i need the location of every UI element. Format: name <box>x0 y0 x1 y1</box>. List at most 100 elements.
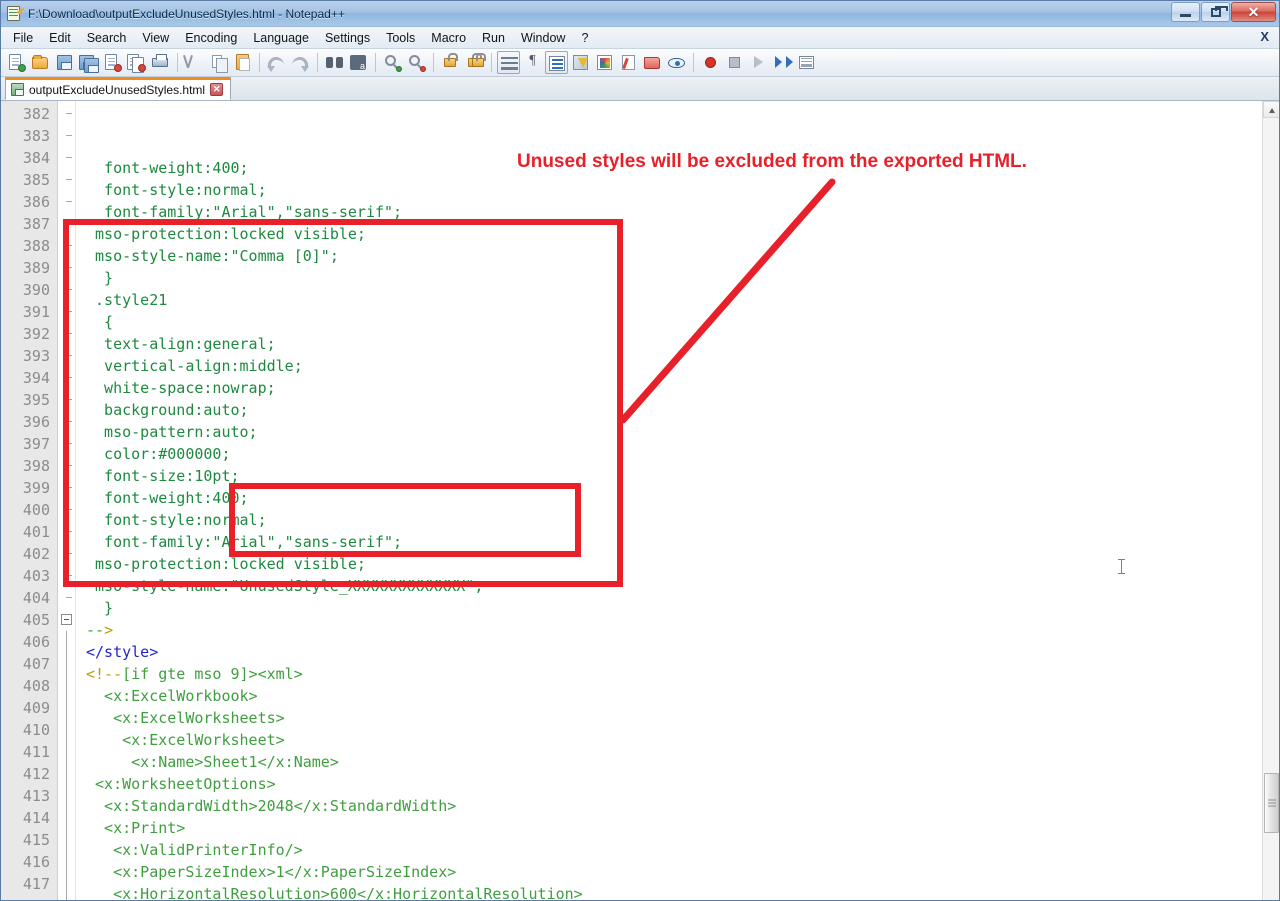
menu-item-language[interactable]: Language <box>245 29 317 47</box>
code-line[interactable]: <x:Print> <box>76 817 1279 839</box>
code-line[interactable]: mso-protection:locked visible; <box>76 223 1279 245</box>
code-line[interactable]: font-size:10pt; <box>76 465 1279 487</box>
code-line[interactable]: </style> <box>76 641 1279 663</box>
code-line[interactable]: background:auto; <box>76 399 1279 421</box>
play-macro-icon[interactable] <box>747 51 770 74</box>
function-list-icon[interactable] <box>617 51 640 74</box>
maximize-button[interactable] <box>1201 2 1230 22</box>
fold-marker[interactable] <box>58 477 75 499</box>
fold-marker[interactable] <box>58 719 75 741</box>
save-icon[interactable] <box>53 51 76 74</box>
menu-item-file[interactable]: File <box>5 29 41 47</box>
vertical-scrollbar[interactable] <box>1262 101 1279 900</box>
run-macro-multiple-icon[interactable] <box>771 51 794 74</box>
fold-marker[interactable] <box>58 323 75 345</box>
code-line[interactable]: <x:HorizontalResolution>600</x:Horizonta… <box>76 883 1279 900</box>
code-line[interactable]: white-space:nowrap; <box>76 377 1279 399</box>
cut-icon[interactable] <box>183 51 206 74</box>
close-all-icon[interactable] <box>125 51 148 74</box>
code-line[interactable]: <x:PaperSizeIndex>1</x:PaperSizeIndex> <box>76 861 1279 883</box>
fold-marker[interactable] <box>58 543 75 565</box>
fold-marker[interactable] <box>58 631 75 653</box>
close-document-button[interactable]: X <box>1260 29 1269 44</box>
code-editor[interactable]: 3823833843853863873883893903913923933943… <box>1 101 1279 900</box>
new-file-icon[interactable] <box>5 51 28 74</box>
scrollbar-thumb[interactable] <box>1264 773 1279 833</box>
code-line[interactable]: mso-pattern:auto; <box>76 421 1279 443</box>
undo-icon[interactable] <box>265 51 288 74</box>
code-text-area[interactable]: font-weight:400; font-style:normal; font… <box>76 101 1279 900</box>
fold-marker[interactable] <box>58 829 75 851</box>
fold-marker[interactable] <box>58 697 75 719</box>
fold-marker[interactable] <box>58 345 75 367</box>
folder-as-workspace-icon[interactable] <box>641 51 664 74</box>
user-defined-language-icon[interactable] <box>569 51 592 74</box>
menu-item-run[interactable]: Run <box>474 29 513 47</box>
tab-outputexcludeunusedstyles-html[interactable]: outputExcludeUnusedStyles.html ✕ <box>5 77 231 100</box>
code-line[interactable]: font-weight:400; <box>76 487 1279 509</box>
fold-marker[interactable] <box>58 191 75 213</box>
word-wrap-icon[interactable] <box>497 51 520 74</box>
zoom-in-icon[interactable] <box>381 51 404 74</box>
fold-margin[interactable] <box>58 101 76 900</box>
code-line[interactable]: font-style:normal; <box>76 509 1279 531</box>
zoom-out-icon[interactable] <box>405 51 428 74</box>
fold-marker[interactable] <box>58 169 75 191</box>
fold-marker[interactable] <box>58 565 75 587</box>
stop-recording-icon[interactable] <box>723 51 746 74</box>
minimize-button[interactable] <box>1171 2 1200 22</box>
menu-item-view[interactable]: View <box>134 29 177 47</box>
fold-marker[interactable] <box>58 367 75 389</box>
fold-marker[interactable] <box>58 785 75 807</box>
code-line[interactable]: { <box>76 311 1279 333</box>
menu-item-edit[interactable]: Edit <box>41 29 79 47</box>
replace-icon[interactable] <box>347 51 370 74</box>
fold-marker[interactable] <box>58 125 75 147</box>
scroll-up-arrow[interactable] <box>1263 101 1279 118</box>
open-file-icon[interactable] <box>29 51 52 74</box>
menu-item-search[interactable]: Search <box>79 29 135 47</box>
fold-marker[interactable] <box>58 851 75 873</box>
fold-marker[interactable] <box>58 389 75 411</box>
code-line[interactable]: vertical-align:middle; <box>76 355 1279 377</box>
code-line[interactable]: mso-style-name:"UnusedStyle_XXXXXXXXXXXX… <box>76 575 1279 597</box>
run-icon[interactable] <box>795 51 818 74</box>
code-line[interactable]: <x:ExcelWorksheet> <box>76 729 1279 751</box>
document-map-icon[interactable] <box>593 51 616 74</box>
code-line[interactable]: text-align:general; <box>76 333 1279 355</box>
code-line[interactable]: mso-style-name:"Comma [0]"; <box>76 245 1279 267</box>
fold-marker[interactable] <box>58 741 75 763</box>
close-button[interactable]: ✕ <box>1231 2 1276 22</box>
fold-marker[interactable] <box>58 279 75 301</box>
fold-marker[interactable] <box>58 675 75 697</box>
print-icon[interactable] <box>149 51 172 74</box>
menu-item-window[interactable]: Window <box>513 29 573 47</box>
code-line[interactable]: font-style:normal; <box>76 179 1279 201</box>
code-line[interactable]: <x:Name>Sheet1</x:Name> <box>76 751 1279 773</box>
close-file-icon[interactable] <box>101 51 124 74</box>
code-line[interactable]: <x:ExcelWorkbook> <box>76 685 1279 707</box>
fold-marker[interactable] <box>58 103 75 125</box>
tab-close-icon[interactable]: ✕ <box>210 83 223 96</box>
fold-marker[interactable] <box>58 521 75 543</box>
find-icon[interactable] <box>323 51 346 74</box>
code-line[interactable]: font-weight:400; <box>76 157 1279 179</box>
code-line[interactable]: } <box>76 267 1279 289</box>
copy-icon[interactable] <box>207 51 230 74</box>
code-line[interactable]: <x:StandardWidth>2048</x:StandardWidth> <box>76 795 1279 817</box>
code-line[interactable]: <x:ValidPrinterInfo/> <box>76 839 1279 861</box>
code-line[interactable]: --> <box>76 619 1279 641</box>
menu-item-tools[interactable]: Tools <box>378 29 423 47</box>
code-line[interactable]: } <box>76 597 1279 619</box>
fold-marker[interactable] <box>58 433 75 455</box>
monitoring-icon[interactable] <box>665 51 688 74</box>
redo-icon[interactable] <box>289 51 312 74</box>
fold-marker[interactable] <box>58 257 75 279</box>
paste-icon[interactable] <box>231 51 254 74</box>
fold-marker[interactable] <box>58 499 75 521</box>
fold-marker[interactable] <box>58 235 75 257</box>
code-line[interactable]: font-family:"Arial","sans-serif"; <box>76 531 1279 553</box>
code-line[interactable]: mso-protection:locked visible; <box>76 553 1279 575</box>
fold-marker[interactable] <box>58 147 75 169</box>
code-line[interactable]: <x:ExcelWorksheets> <box>76 707 1279 729</box>
